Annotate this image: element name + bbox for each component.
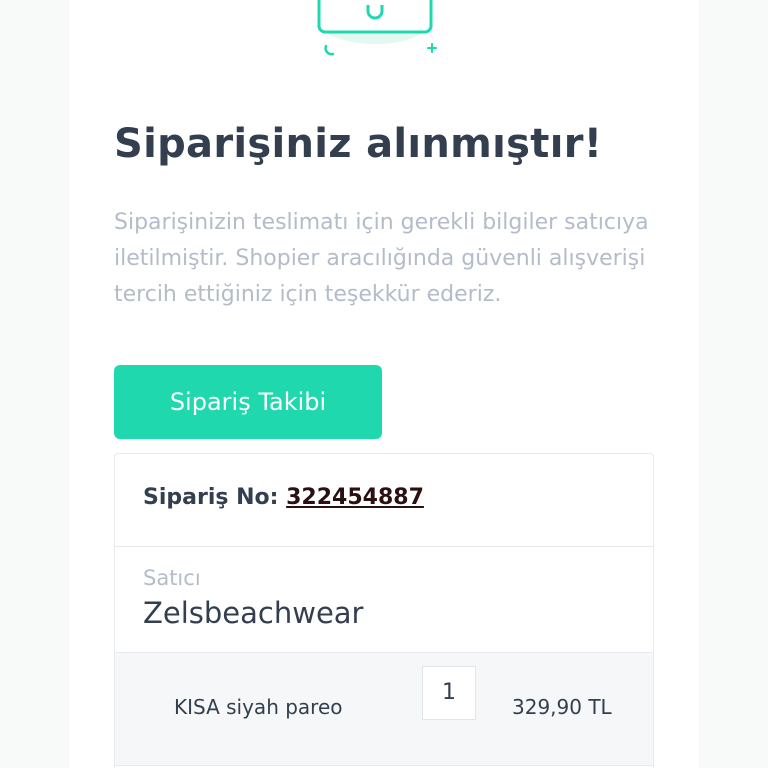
seller-name: Zelsbeachwear <box>143 596 364 630</box>
order-confirmation-page: Siparişiniz alınmıştır! Siparişinizin te… <box>0 0 768 768</box>
item-name: KISA siyah pareo <box>174 695 343 719</box>
page-title: Siparişiniz alınmıştır! <box>114 121 603 167</box>
list-item: KISA siyah pareo 1 329,90 TL <box>115 653 653 766</box>
order-number-label: Sipariş No: <box>143 485 279 510</box>
confirmation-message: Siparişinizin teslimatı için gerekli bil… <box>114 210 649 307</box>
order-number: Sipariş No: 322454887 <box>143 485 424 510</box>
item-price: 329,90 TL <box>512 695 612 719</box>
item-quantity: 1 <box>422 666 476 720</box>
order-number-link[interactable]: 322454887 <box>286 485 424 510</box>
order-tracking-button[interactable]: Sipariş Takibi <box>114 365 382 439</box>
order-summary: Sipariş No: 322454887 Satıcı Zelsbeachwe… <box>114 453 654 768</box>
seller-label: Satıcı <box>143 566 201 590</box>
shopping-bag-icon <box>317 0 437 56</box>
